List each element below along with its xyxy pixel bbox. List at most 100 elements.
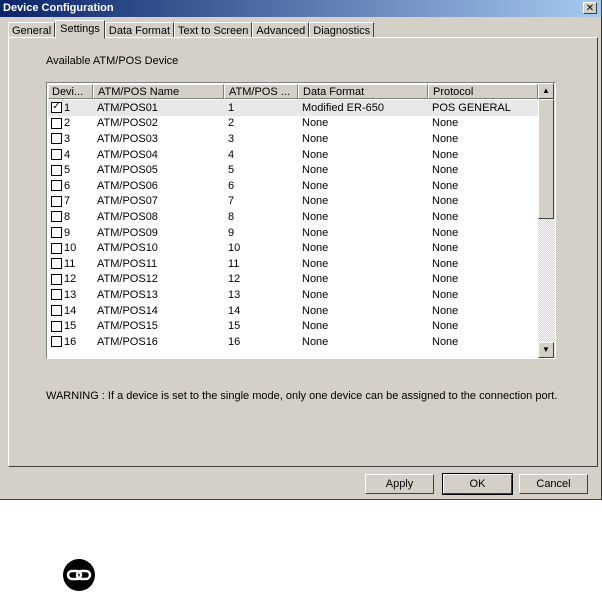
device-name-cell: ATM/POS08: [97, 210, 158, 223]
column-header-atm-pos-number[interactable]: ATM/POS ...: [224, 84, 298, 99]
protocol-cell: None: [432, 164, 459, 177]
table-row[interactable]: 11 ATM/POS11 11 None None: [48, 256, 538, 272]
table-row[interactable]: 9 ATM/POS09 9 None None: [48, 225, 538, 241]
close-icon: ✕: [585, 3, 595, 14]
column-header-protocol[interactable]: Protocol: [428, 84, 538, 99]
device-list[interactable]: Devi... ATM/POS Name ATM/POS ... Data Fo…: [46, 82, 556, 359]
device-number: 4: [64, 148, 71, 161]
tab-advanced[interactable]: Advanced: [252, 22, 310, 38]
device-cell: 14: [48, 305, 93, 317]
atm-pos-number-cell: 15: [228, 320, 241, 333]
atm-pos-number-cell: 1: [228, 101, 235, 114]
table-row[interactable]: 3 ATM/POS03 3 None None: [48, 131, 538, 147]
device-cell: 13: [48, 289, 93, 301]
device-list-viewport: Devi... ATM/POS Name ATM/POS ... Data Fo…: [48, 84, 538, 357]
atm-pos-number-cell: 7: [228, 195, 235, 208]
device-name-cell: ATM/POS11: [97, 257, 158, 270]
device-checkbox[interactable]: ✓: [51, 102, 62, 114]
device-checkbox[interactable]: [51, 211, 62, 223]
data-format-cell: None: [302, 257, 329, 270]
scroll-down-button[interactable]: ▼: [538, 342, 554, 358]
column-header-device[interactable]: Devi...: [48, 84, 93, 99]
table-row[interactable]: 13 ATM/POS13 13 None None: [48, 287, 538, 303]
data-format-cell: None: [302, 288, 329, 301]
device-name-cell: ATM/POS10: [97, 242, 158, 255]
data-format-cell: None: [302, 210, 329, 223]
tab-settings[interactable]: Settings: [55, 20, 105, 39]
device-checkbox[interactable]: [51, 164, 62, 176]
ok-button[interactable]: OK: [442, 473, 513, 495]
data-format-cell: None: [302, 335, 329, 348]
table-row[interactable]: 15 ATM/POS15 15 None None: [48, 318, 538, 334]
device-checkbox[interactable]: [51, 133, 62, 145]
table-row[interactable]: 5 ATM/POS05 5 None None: [48, 162, 538, 178]
device-checkbox[interactable]: [51, 195, 62, 207]
cancel-button[interactable]: Cancel: [519, 474, 588, 494]
device-checkbox[interactable]: [51, 336, 62, 348]
device-checkbox[interactable]: [51, 242, 62, 254]
warning-text: WARNING : If a device is set to the sing…: [46, 390, 558, 402]
device-checkbox[interactable]: [51, 258, 62, 270]
device-checkbox[interactable]: [51, 149, 62, 161]
table-row[interactable]: 4 ATM/POS04 4 None None: [48, 147, 538, 163]
apply-button[interactable]: Apply: [365, 474, 434, 494]
device-checkbox[interactable]: [51, 117, 62, 129]
device-number: 8: [64, 210, 71, 223]
table-row[interactable]: 8 ATM/POS08 8 None None: [48, 209, 538, 225]
chain-link-glyph: [66, 569, 92, 581]
tab-general[interactable]: General: [8, 22, 56, 38]
device-checkbox[interactable]: [51, 305, 62, 317]
device-number: 12: [64, 273, 77, 286]
table-row[interactable]: 16 ATM/POS16 16 None None: [48, 334, 538, 350]
device-name-cell: ATM/POS03: [97, 132, 158, 145]
device-cell: 2: [48, 117, 93, 129]
close-button[interactable]: ✕: [583, 2, 597, 14]
scroll-up-button[interactable]: ▲: [538, 83, 554, 99]
tab-text-to-screen[interactable]: Text to Screen: [174, 22, 253, 38]
device-number: 14: [64, 304, 77, 317]
table-row[interactable]: ✓ 1 ATM/POS01 1 Modified ER-650 POS GENERAL: [48, 100, 538, 116]
data-format-cell: None: [302, 195, 329, 208]
tab-data-format[interactable]: Data Format: [104, 22, 175, 38]
device-number: 13: [64, 288, 77, 301]
available-devices-label: Available ATM/POS Device: [46, 55, 179, 67]
device-number: 2: [64, 117, 71, 130]
protocol-cell: None: [432, 257, 459, 270]
vertical-scrollbar[interactable]: ▲ ▼: [538, 83, 555, 358]
device-name-cell: ATM/POS12: [97, 273, 158, 286]
atm-pos-number-cell: 11: [228, 257, 240, 270]
atm-pos-number-cell: 4: [228, 148, 235, 161]
window-title: Device Configuration: [3, 2, 114, 14]
table-row[interactable]: 7 ATM/POS07 7 None None: [48, 194, 538, 210]
list-rows: ✓ 1 ATM/POS01 1 Modified ER-650 POS GENERAL 2 A…: [48, 100, 538, 350]
device-cell: 16: [48, 336, 93, 348]
tab-diagnostics[interactable]: Diagnostics: [309, 22, 375, 38]
column-header-name[interactable]: ATM/POS Name: [93, 84, 224, 99]
table-row[interactable]: 12 ATM/POS12 12 None None: [48, 272, 538, 288]
device-checkbox[interactable]: [51, 289, 62, 301]
device-checkbox[interactable]: [51, 273, 62, 285]
table-row[interactable]: 2 ATM/POS02 2 None None: [48, 116, 538, 132]
column-header-data-format[interactable]: Data Format: [298, 84, 428, 99]
scroll-thumb[interactable]: [538, 99, 554, 219]
protocol-cell: None: [432, 195, 459, 208]
atm-pos-number-cell: 3: [228, 132, 235, 145]
tab-strip: General Settings Data Format Text to Scr…: [8, 20, 375, 39]
device-cell: 12: [48, 273, 93, 285]
device-cell: 9: [48, 227, 93, 239]
device-checkbox[interactable]: [51, 180, 62, 192]
data-format-cell: None: [302, 179, 329, 192]
table-row[interactable]: 10 ATM/POS10 10 None None: [48, 240, 538, 256]
device-cell: 6: [48, 180, 93, 192]
protocol-cell: None: [432, 226, 459, 239]
device-checkbox[interactable]: [51, 227, 62, 239]
atm-pos-number-cell: 2: [228, 117, 235, 130]
device-cell: 11: [48, 258, 93, 270]
data-format-cell: None: [302, 117, 329, 130]
device-checkbox[interactable]: [51, 320, 62, 332]
atm-pos-number-cell: 12: [228, 273, 241, 286]
table-row[interactable]: 14 ATM/POS14 14 None None: [48, 303, 538, 319]
device-name-cell: ATM/POS01: [97, 101, 158, 114]
link-icon: [63, 559, 95, 591]
table-row[interactable]: 6 ATM/POS06 6 None None: [48, 178, 538, 194]
